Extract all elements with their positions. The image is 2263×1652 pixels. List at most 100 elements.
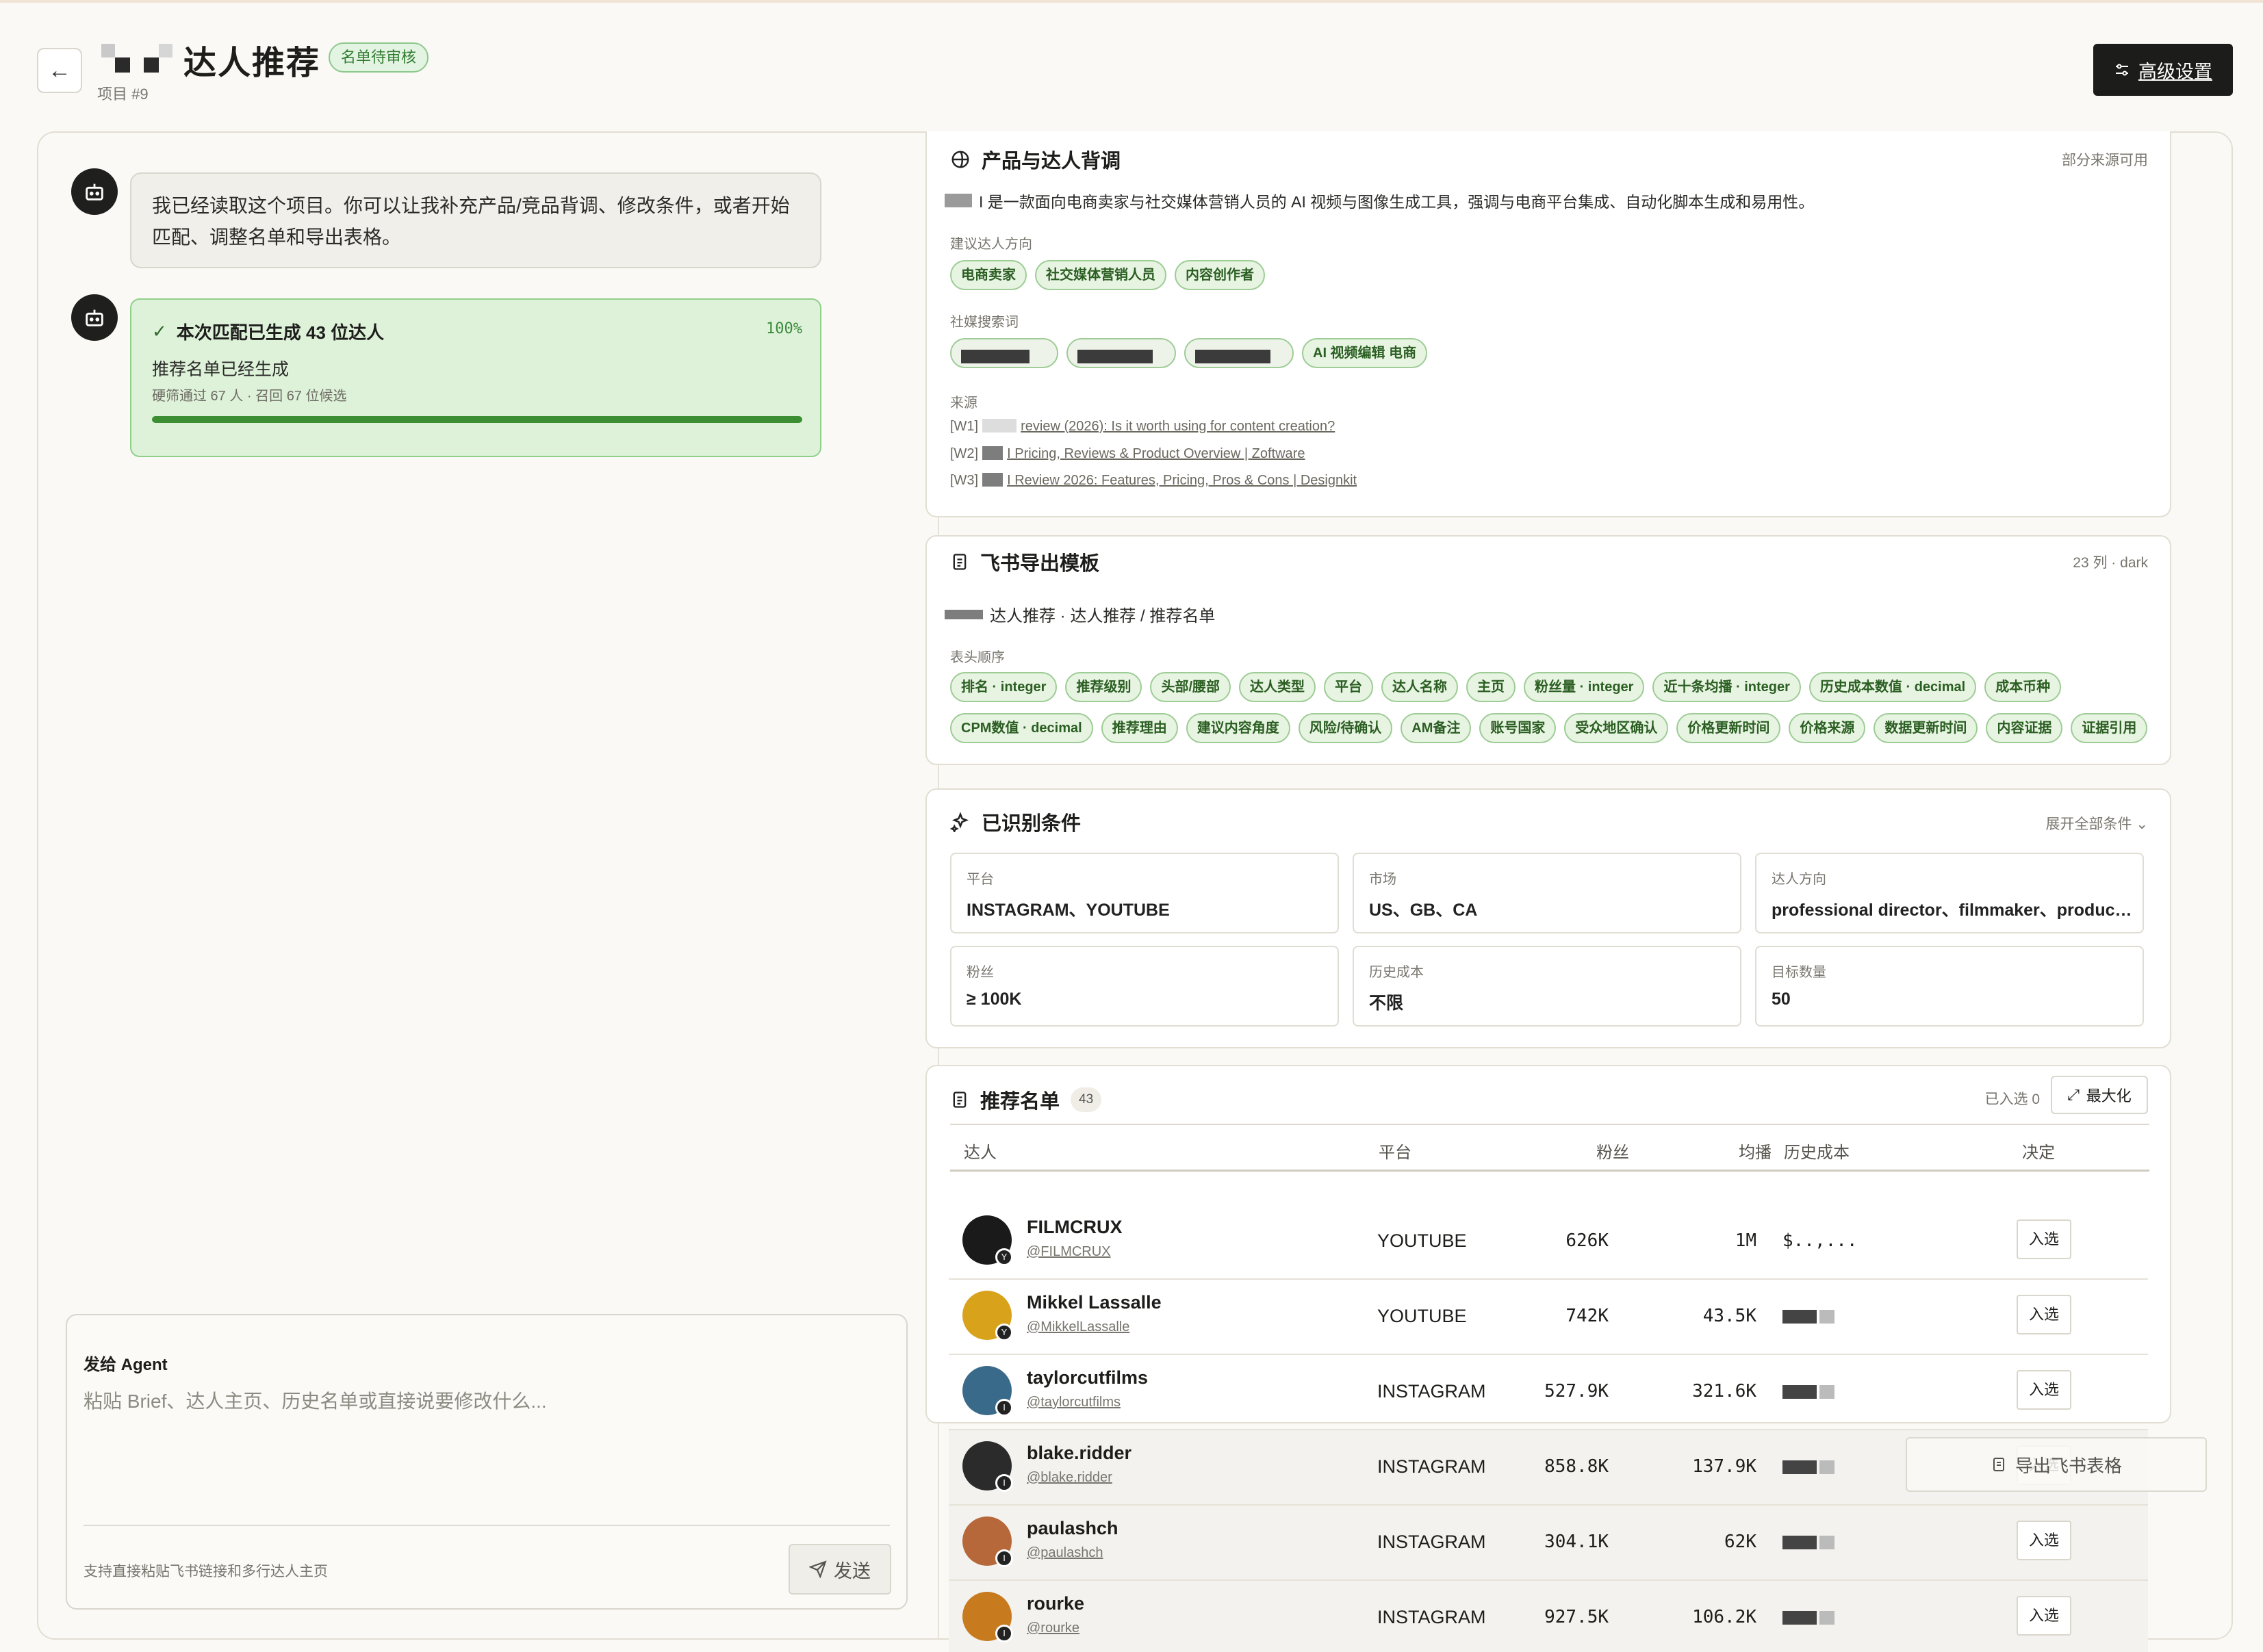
composer-input[interactable]	[84, 1386, 887, 1510]
direction-tag: 社交媒体营销人员	[1035, 260, 1166, 290]
creator-handle[interactable]: @FILMCRUX	[1027, 1244, 1111, 1260]
creator-avg-views: 1M	[1735, 1230, 1756, 1251]
creator-platform: YOUTUBE	[1377, 1230, 1467, 1251]
platform-badge-icon: Y	[995, 1248, 1013, 1266]
column-tag: CPM数值 · decimal	[950, 713, 1093, 743]
agent-avatar	[71, 294, 118, 341]
advanced-settings-label: 高级设置	[2138, 61, 2212, 82]
creator-name: blake.ridder	[1027, 1443, 1132, 1463]
creator-platform: INSTAGRAM	[1377, 1456, 1486, 1477]
match-result-subtitle: 推荐名单已经生成	[152, 360, 290, 379]
background-title: 产品与达人背调	[950, 145, 1121, 174]
platform-badge-icon: I	[995, 1625, 1013, 1642]
creator-avg-views: 106.2K	[1692, 1607, 1756, 1627]
condition-market: 市场 US、GB、CA	[1353, 853, 1741, 933]
match-progress-bar	[152, 416, 802, 423]
back-button[interactable]: ←	[37, 48, 82, 93]
send-button[interactable]: 发送	[789, 1544, 891, 1595]
select-creator-button[interactable]: 入选	[2017, 1219, 2071, 1259]
chevron-down-icon: ⌄	[2136, 816, 2148, 832]
creator-name: rourke	[1027, 1593, 1085, 1614]
platform-badge-icon: Y	[995, 1324, 1013, 1341]
condition-platform: 平台 INSTAGRAM、YOUTUBE	[950, 853, 1339, 933]
creator-platform: YOUTUBE	[1377, 1306, 1467, 1326]
source-link[interactable]: [W2] I Pricing, Reviews & Product Overvie…	[950, 446, 1305, 462]
selected-count: 已入选 0	[1984, 1092, 2040, 1107]
select-creator-button[interactable]: 入选	[2017, 1295, 2071, 1334]
export-feishu-button[interactable]: 导出飞书表格	[1906, 1437, 2207, 1492]
columns-row-1: 排名 · integer 推荐级别 头部/腰部 达人类型 平台 达人名称 主页 粉丝量 · i…	[950, 672, 2062, 702]
redacted-brand	[945, 194, 972, 207]
creator-fans: 858.8K	[1544, 1456, 1609, 1477]
creator-handle[interactable]: @paulashch	[1027, 1545, 1103, 1561]
document-icon	[1993, 1458, 2004, 1471]
table-row: Itaylorcutfilms @taylorcutfilms INSTAGRAM 5…	[949, 1355, 2148, 1430]
creator-avg-views: 137.9K	[1692, 1456, 1756, 1477]
check-icon: ✓	[152, 321, 167, 341]
column-tag: 主页	[1466, 672, 1516, 702]
keyword-tags: AI 视频编辑 电商	[950, 338, 1428, 368]
advanced-settings-button[interactable]: 高级设置	[2093, 44, 2233, 96]
globe-icon	[951, 151, 969, 168]
composer-hint: 支持直接粘贴飞书链接和多行达人主页	[84, 1564, 328, 1579]
condition-direction: 达人方向 professional director、filmmaker、prod…	[1755, 853, 2144, 933]
column-tag: 达人名称	[1381, 672, 1459, 702]
agent-message: 我已经读取这个项目。你可以让我补充产品/竞品背调、修改条件，或者开始匹配、调整名…	[130, 172, 821, 268]
creator-fans: 626K	[1565, 1230, 1609, 1251]
table-row: Y Mikkel Lassalle @MikkelLassalle YOUTUBE 74…	[949, 1280, 2148, 1355]
keyword-tag-redacted	[1184, 338, 1294, 368]
select-creator-button[interactable]: 入选	[2017, 1370, 2071, 1410]
background-card: 产品与达人背调 部分来源可用 I 是一款面向电商卖家与社交媒体营销人员的 AI …	[925, 131, 2171, 517]
maximize-button[interactable]: ⤢ 最大化	[2051, 1076, 2148, 1114]
creator-handle[interactable]: @blake.ridder	[1027, 1470, 1112, 1486]
match-progress-fill	[152, 416, 802, 423]
expand-conditions-link[interactable]: 展开全部条件 ⌄	[2046, 813, 2148, 834]
table-header: 达人 平台 粉丝 均播 历史成本 决定	[950, 1124, 2149, 1172]
column-tag: 建议内容角度	[1186, 713, 1290, 743]
source-link[interactable]: [W1] review (2026): Is it worth using for…	[950, 419, 1335, 435]
creator-fans: 304.1K	[1544, 1532, 1609, 1552]
columns-label: 表头顺序	[950, 650, 1005, 665]
table-row: Y FILMCRUX @FILMCRUX YOUTUBE 626K 1M $..,... 入选	[949, 1204, 2148, 1280]
match-percent: 100%	[766, 320, 802, 337]
select-creator-button[interactable]: 入选	[2017, 1521, 2071, 1560]
product-description: I 是一款面向电商卖家与社交媒体营销人员的 AI 视频与图像生成工具，强调与电商…	[945, 189, 1814, 212]
creator-name: FILMCRUX	[1027, 1217, 1123, 1237]
col-platform: 平台	[1379, 1144, 1411, 1162]
project-id: 项目 #9	[97, 86, 149, 103]
select-creator-button[interactable]: 入选	[2017, 1596, 2071, 1636]
keyword-tag-redacted	[950, 338, 1058, 368]
column-tag: 内容证据	[1986, 713, 2063, 743]
match-result-meta: 硬筛通过 67 人 · 召回 67 位候选	[152, 389, 347, 404]
creator-name: taylorcutfilms	[1027, 1367, 1149, 1388]
column-tag: 证据引用	[2071, 713, 2148, 743]
agent-avatar	[71, 168, 118, 215]
creator-avg-views: 62K	[1724, 1532, 1756, 1552]
sources-label: 来源	[950, 396, 977, 411]
column-tag: AM备注	[1401, 713, 1472, 743]
col-cost: 历史成本	[1784, 1144, 1850, 1162]
expand-icon: ⤢	[2067, 1086, 2080, 1103]
creator-fans: 527.9K	[1544, 1381, 1609, 1402]
template-path: 达人推荐 · 达人推荐 / 推荐名单	[945, 602, 1215, 626]
creator-handle[interactable]: @MikkelLassalle	[1027, 1319, 1129, 1335]
columns-row-2: CPM数值 · decimal 推荐理由 建议内容角度 风险/待确认 AM备注 账号国家受…	[950, 713, 2148, 743]
page-title: 达人推荐	[183, 45, 321, 81]
column-tag: 平台	[1324, 672, 1374, 702]
creator-handle[interactable]: @rourke	[1027, 1621, 1079, 1636]
direction-label: 建议达人方向	[950, 237, 1032, 252]
column-tag: 粉丝量 · integer	[1524, 672, 1645, 702]
creator-handle[interactable]: @taylorcutfilms	[1027, 1395, 1121, 1410]
source-link[interactable]: [W3] I Review 2026: Features, Pricing, Pr…	[950, 473, 1357, 489]
column-tag: 头部/腰部	[1150, 672, 1231, 702]
column-tag: 风险/待确认	[1298, 713, 1393, 743]
column-tag: 达人类型	[1239, 672, 1316, 702]
match-result-card: ✓ 本次匹配已生成 43 位达人 100% 推荐名单已经生成 硬筛通过 67 人…	[130, 298, 821, 457]
column-tag: 近十条均播 · integer	[1652, 672, 1801, 702]
creator-cost-redacted	[1782, 1611, 1844, 1627]
list-document-icon	[953, 1092, 967, 1108]
creator-avg-views: 321.6K	[1692, 1381, 1756, 1402]
platform-badge-icon: I	[995, 1474, 1013, 1492]
table-row: Ipaulashch @paulashch INSTAGRAM 304.1K 62K 入…	[949, 1506, 2148, 1581]
column-tag: 价格更新时间	[1676, 713, 1781, 743]
